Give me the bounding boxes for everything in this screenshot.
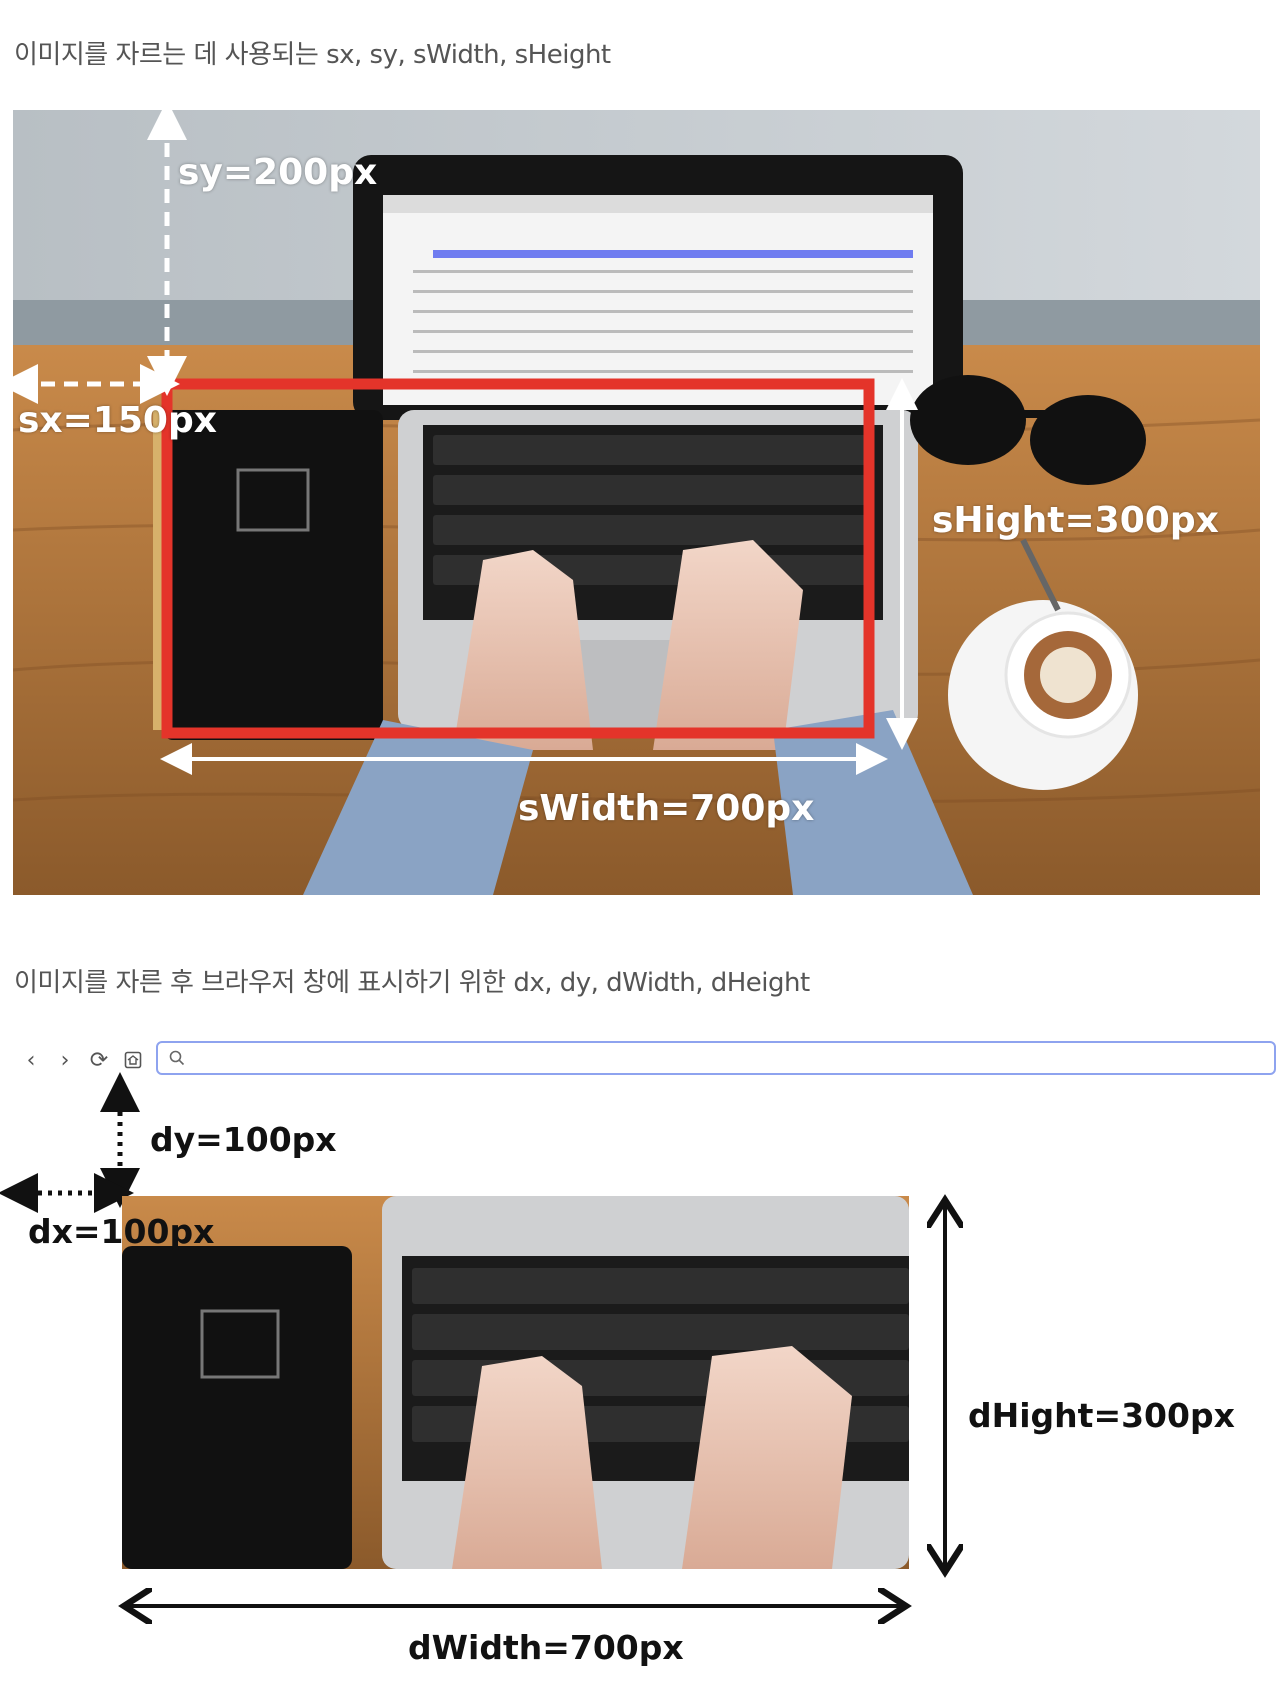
dwidth-label: dWidth=700px	[408, 1628, 684, 1667]
swidth-label: sWidth=700px	[518, 788, 815, 829]
dy-label: dy=100px	[150, 1120, 337, 1159]
sx-label: sx=150px	[18, 400, 217, 441]
chevron-right-icon[interactable]: ›	[51, 1046, 79, 1074]
search-icon	[169, 1050, 185, 1066]
sy-label: sy=200px	[178, 152, 378, 193]
browser-toolbar: ‹ › ⟳	[13, 1038, 1276, 1084]
url-input[interactable]	[194, 1045, 1198, 1073]
cropped-laptop-illustration	[122, 1196, 909, 1569]
reload-icon[interactable]: ⟳	[85, 1046, 113, 1074]
dheight-label: dHight=300px	[968, 1396, 1235, 1435]
url-bar[interactable]	[156, 1041, 1276, 1075]
chevron-left-icon[interactable]: ‹	[17, 1046, 45, 1074]
destination-photo	[122, 1196, 909, 1569]
sheight-label: sHight=300px	[932, 500, 1219, 541]
crop-rectangle	[161, 378, 875, 739]
home-icon[interactable]	[119, 1046, 147, 1074]
dx-label: dx=100px	[28, 1212, 215, 1251]
